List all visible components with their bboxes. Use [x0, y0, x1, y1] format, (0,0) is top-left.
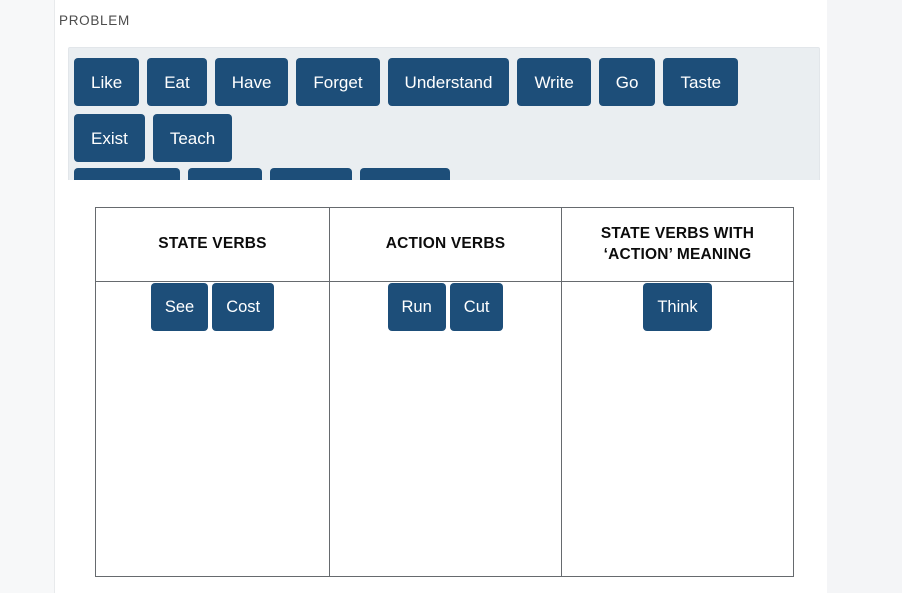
column-header-1: STATE VERBS [95, 207, 330, 282]
placed-word-chip[interactable]: Run [387, 283, 446, 331]
word-chip[interactable]: Teach [152, 114, 233, 162]
table-body-row: See Cost Run Cut Think [95, 281, 794, 577]
placed-word-chip[interactable]: Cost [212, 283, 275, 331]
word-chip[interactable]: Write [517, 58, 591, 106]
drop-zone[interactable]: Run Cut [330, 282, 561, 572]
column-header-2: ACTION VERBS [329, 207, 562, 282]
placed-word-chip[interactable]: Cut [449, 283, 504, 331]
table-header-row: STATE VERBS ACTION VERBS STATE VERBS WITH … [95, 207, 794, 282]
word-chip[interactable]: Forget [296, 58, 380, 106]
word-chip[interactable]: Understand [387, 58, 510, 106]
problem-page: PROBLEM Like Eat Have Forget Understand Write… [0, 0, 902, 593]
problem-section-label: PROBLEM [59, 13, 130, 28]
word-chip[interactable]: Taste [663, 58, 739, 106]
placed-word-chip[interactable]: Think [643, 283, 712, 331]
word-bank-row: Like Eat Have Forget Understand Write Go Taste E… [74, 58, 814, 162]
word-chip[interactable]: Go [598, 58, 656, 106]
column-cell-1[interactable]: See Cost [95, 281, 330, 577]
column-cell-3[interactable]: Think [561, 281, 794, 577]
drop-zone[interactable]: Think [562, 282, 793, 572]
word-chip[interactable]: Like [74, 58, 140, 106]
column-cell-2[interactable]: Run Cut [329, 281, 562, 577]
answer-area: STATE VERBS ACTION VERBS STATE VERBS WITH … [68, 180, 820, 593]
word-chip[interactable]: Exist [74, 114, 145, 162]
verb-classification-table: STATE VERBS ACTION VERBS STATE VERBS WITH … [95, 207, 794, 577]
word-chip[interactable]: Eat [147, 58, 207, 106]
left-gutter [0, 0, 55, 593]
content-card: PROBLEM Like Eat Have Forget Understand Write… [55, 0, 827, 593]
column-header-3: STATE VERBS WITH ‘ACTION’ MEANING [561, 207, 794, 282]
drop-zone[interactable]: See Cost [96, 282, 329, 572]
placed-word-chip[interactable]: See [150, 283, 209, 331]
right-gutter [827, 0, 902, 593]
word-chip[interactable]: Have [214, 58, 289, 106]
